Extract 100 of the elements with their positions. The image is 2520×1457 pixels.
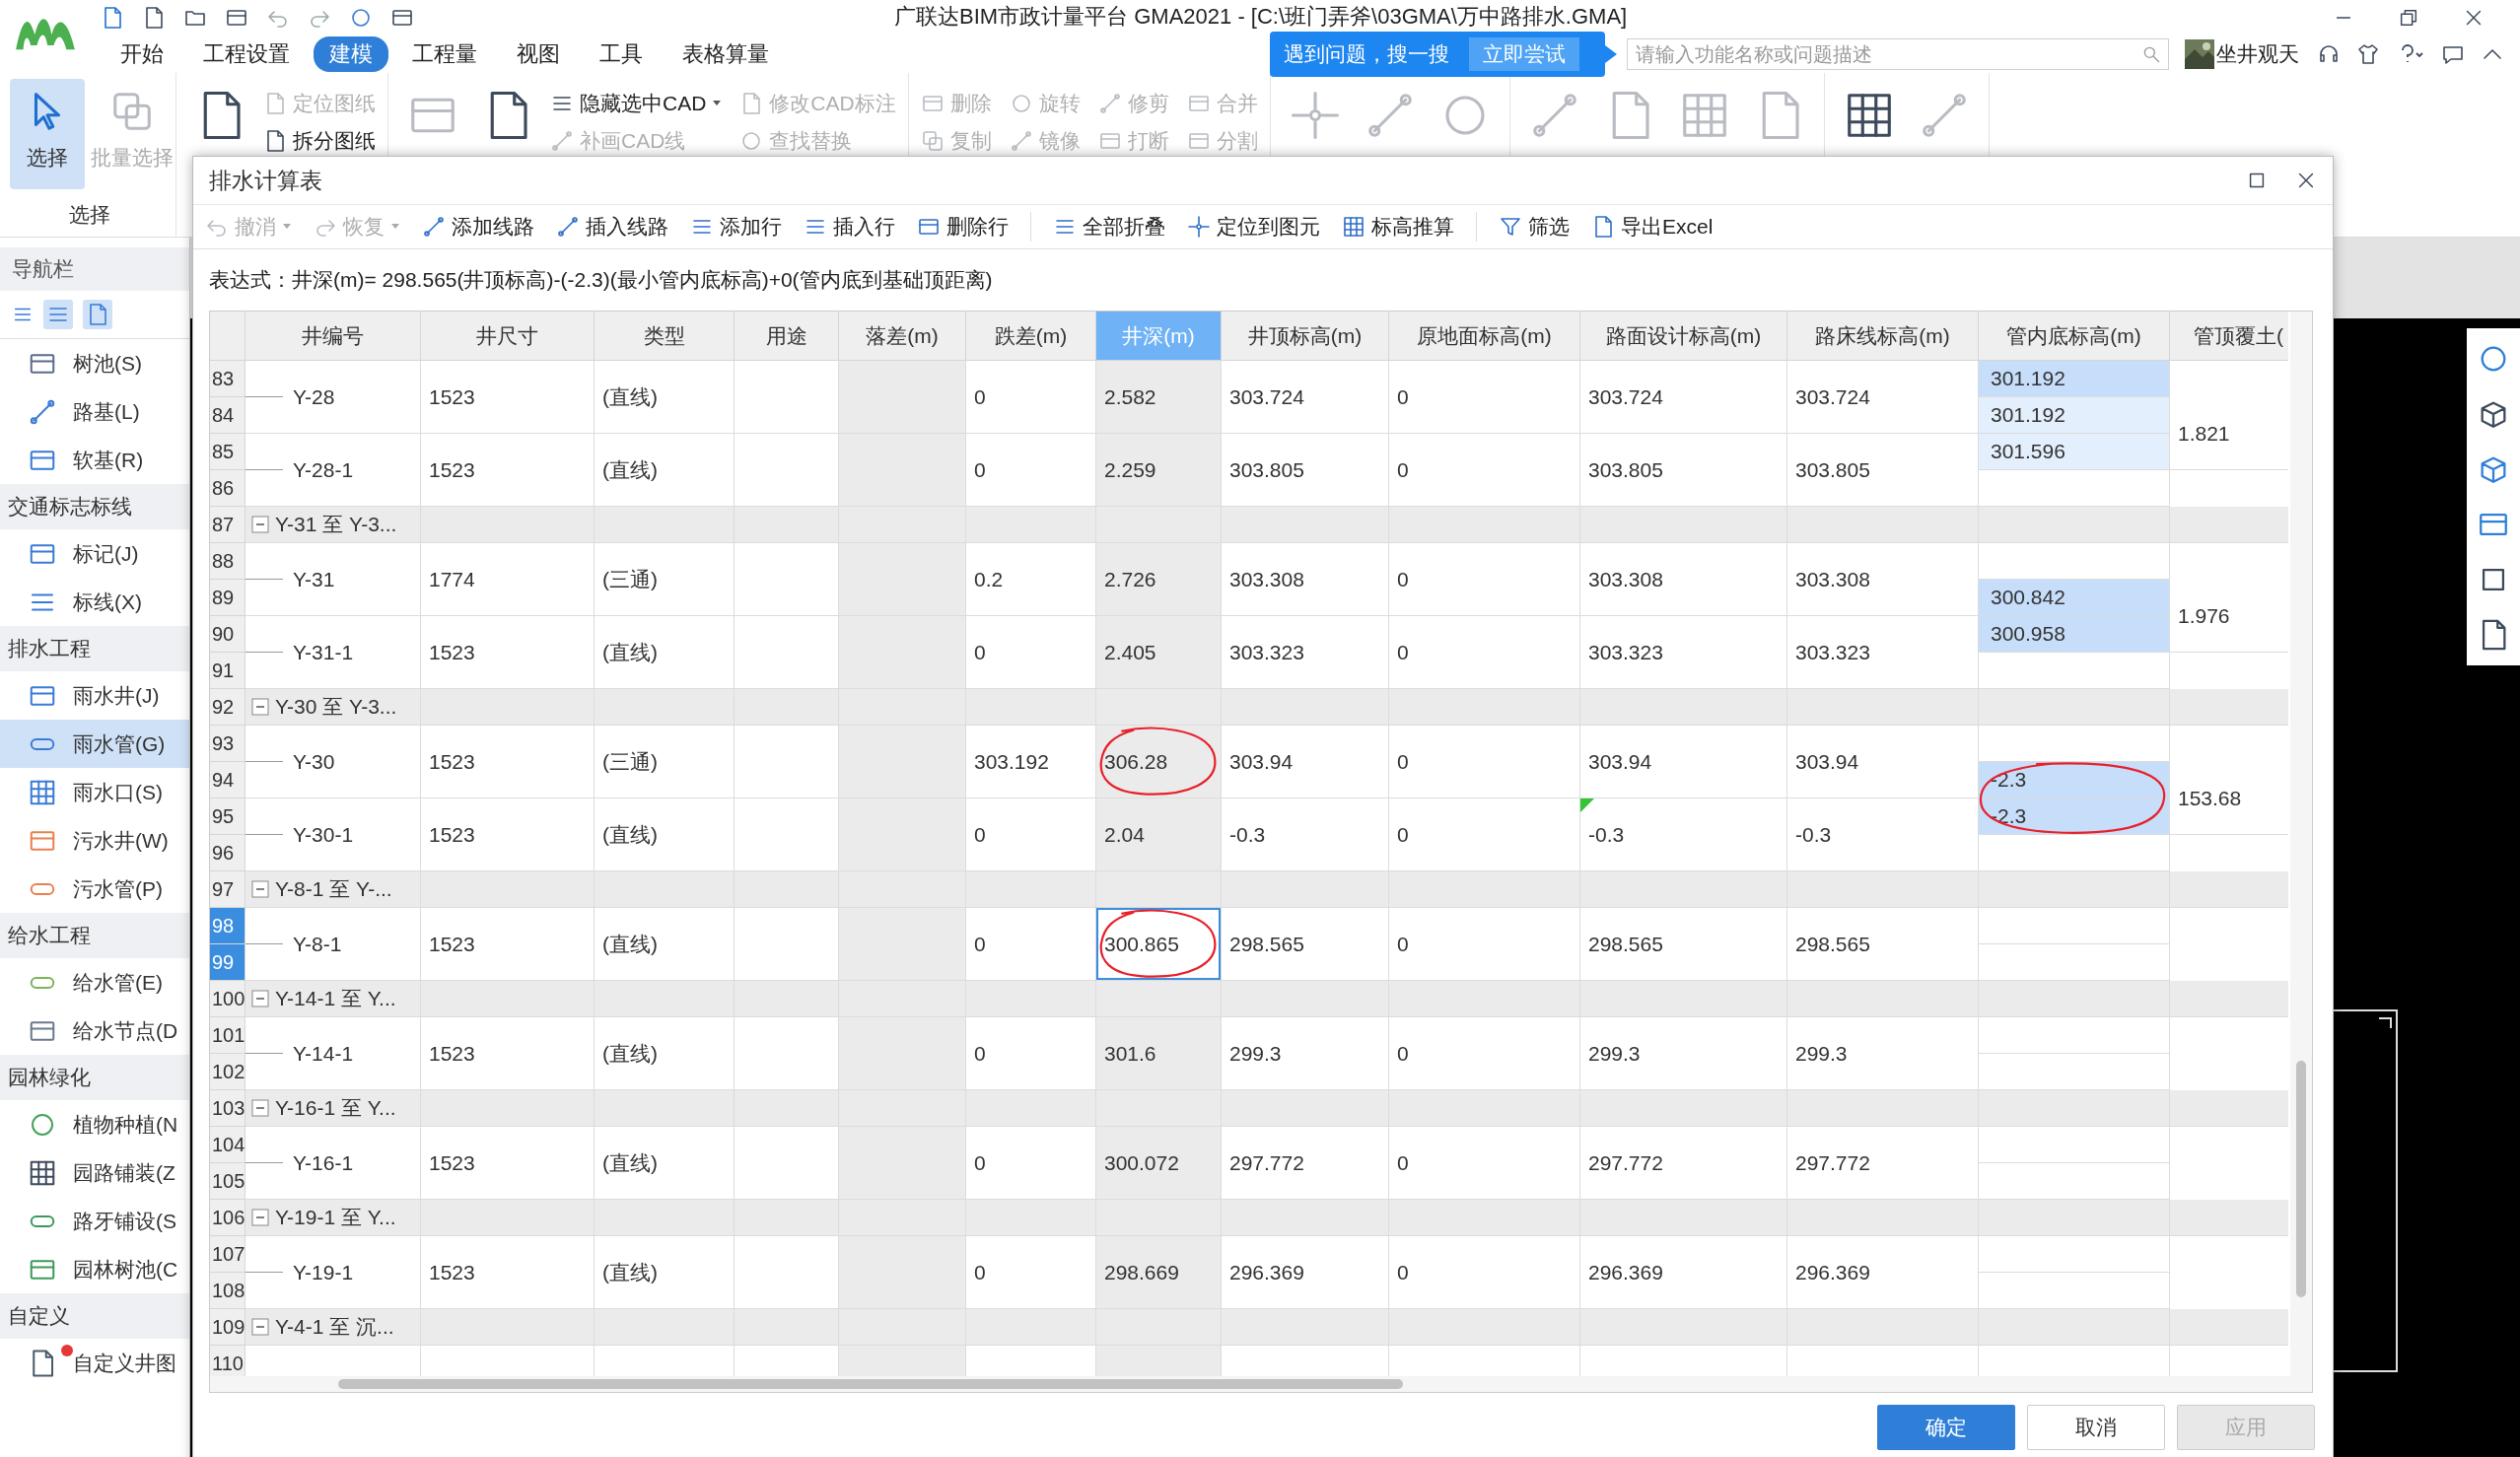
toolbar-button[interactable]: 插入行: [804, 213, 895, 241]
collapse-toggle[interactable]: [251, 698, 269, 716]
menu-tab[interactable]: 工具: [584, 36, 659, 72]
window-title: 广联达BIM市政计量平台 GMA2021 - [C:\班门弄斧\03GMA\万中路排水.GMA]: [894, 3, 1628, 31]
shirt-icon[interactable]: [2356, 42, 2380, 66]
table-cell: 303.308: [1222, 543, 1389, 616]
row-number: 97: [210, 871, 245, 908]
sidebar-item[interactable]: 标记(J): [0, 529, 189, 578]
sidebar-item[interactable]: 给水管(E): [0, 958, 189, 1006]
sidebar-item[interactable]: 树池(S): [0, 339, 189, 387]
toolbar-button[interactable]: 全部折叠: [1053, 213, 1165, 241]
table-cell: 303.323: [1222, 616, 1389, 689]
sidebar-item[interactable]: 园路铺装(Z: [0, 1148, 189, 1197]
toolbar-button[interactable]: 定位到图元: [1187, 213, 1320, 241]
search-field[interactable]: 请输入功能名称或问题描述: [1627, 38, 2169, 70]
column-header[interactable]: 路面设计标高(m): [1580, 312, 1787, 361]
sidebar-item[interactable]: 植物种植(N: [0, 1100, 189, 1148]
menu-tab[interactable]: 工程设置: [187, 36, 306, 72]
dialog-button[interactable]: 确定: [1877, 1405, 2015, 1450]
column-header[interactable]: 管顶覆土(: [2170, 312, 2288, 361]
line-icon: [1097, 92, 1122, 115]
restore-icon[interactable]: [2398, 7, 2419, 29]
collapse-toggle[interactable]: [251, 1099, 269, 1117]
column-header[interactable]: 井编号: [245, 312, 421, 361]
toolbar-button[interactable]: 标高推算: [1342, 213, 1454, 241]
column-header[interactable]: 原地面标高(m): [1389, 312, 1580, 361]
ribbon-button[interactable]: 选择: [10, 79, 85, 189]
row-number: 100: [210, 981, 245, 1017]
group-label: Y-14-1 至 Y...: [275, 986, 396, 1011]
sidebar-item[interactable]: 软基(R): [0, 436, 189, 484]
table-cell: 0: [1389, 908, 1580, 981]
column-header[interactable]: 路床线标高(m): [1787, 312, 1979, 361]
toolbar-button[interactable]: 添加线路: [422, 213, 534, 241]
column-header[interactable]: 井顶标高(m): [1222, 312, 1389, 361]
toolbar-button[interactable]: 导出Excel: [1591, 213, 1714, 241]
menu-tab[interactable]: 开始: [105, 36, 179, 72]
collapse-toggle[interactable]: [251, 516, 269, 533]
sidebar-item[interactable]: 给水节点(D: [0, 1006, 189, 1055]
vertical-scrollbar[interactable]: [2290, 312, 2312, 1376]
table-cell: 0: [1389, 434, 1580, 507]
menu-tab[interactable]: 建模: [314, 36, 388, 72]
ribbon-button[interactable]: 隐藏选中CAD: [550, 85, 723, 122]
collapse-toggle[interactable]: [251, 1209, 269, 1226]
sidebar-item[interactable]: 雨水口(S): [0, 768, 189, 816]
sidebar-item[interactable]: 标线(X): [0, 578, 189, 626]
sidebar-item[interactable]: 路牙铺设(S: [0, 1197, 189, 1245]
sidebar-item[interactable]: 雨水管(G): [0, 720, 189, 768]
table-cell: 0: [966, 1127, 1096, 1200]
line-icon: [550, 129, 574, 153]
list-view-button[interactable]: [43, 300, 73, 329]
table-cell: 300.958: [1979, 616, 2170, 653]
table-cell: 1523: [421, 798, 595, 871]
table-cell: 0: [966, 434, 1096, 507]
sidebar-item[interactable]: 污水管(P): [0, 865, 189, 913]
collapse-toggle[interactable]: [251, 1318, 269, 1336]
column-header[interactable]: 用途: [735, 312, 839, 361]
toolbar-button[interactable]: 添加行: [690, 213, 782, 241]
tree-line: [245, 469, 283, 470]
menu-tab[interactable]: 工程量: [396, 36, 493, 72]
crosshair-icon: [1187, 215, 1211, 239]
table-cell: 1523: [421, 1127, 595, 1200]
table-cell: 298.669: [1096, 1236, 1222, 1309]
column-header[interactable]: 类型: [595, 312, 735, 361]
sidebar-item[interactable]: 园林树池(C: [0, 1245, 189, 1293]
table-cell: 303.308: [1787, 543, 1979, 616]
tree-line: [245, 761, 283, 762]
group-label: Y-8-1 至 Y-...: [275, 876, 392, 902]
well-id: Y-14-1: [293, 1041, 354, 1066]
circle-icon[interactable]: [349, 6, 373, 30]
table-cell: 0: [1389, 798, 1580, 871]
collapse-toggle[interactable]: [251, 880, 269, 898]
section-header[interactable]: 自定义: [0, 1293, 189, 1339]
toolbar-button[interactable]: 筛选: [1499, 213, 1570, 241]
section-header[interactable]: 排水工程: [0, 626, 189, 671]
table-cell: 303.805: [1222, 434, 1389, 507]
column-header[interactable]: 井尺寸: [421, 312, 595, 361]
dialog-button[interactable]: 取消: [2027, 1405, 2165, 1450]
column-header[interactable]: 管内底标高(m): [1979, 312, 2170, 361]
sidebar-item[interactable]: 自定义井图: [0, 1339, 189, 1387]
section-header[interactable]: 交通标志标线: [0, 484, 189, 529]
column-header[interactable]: 跌差(m): [966, 312, 1096, 361]
user-name[interactable]: 坐井观天: [2216, 40, 2299, 68]
table-cell: 0: [1389, 726, 1580, 798]
sidebar-item[interactable]: 路基(L): [0, 387, 189, 436]
section-header[interactable]: 园林绿化: [0, 1055, 189, 1100]
table-cell: 0: [1389, 1017, 1580, 1090]
collapse-toggle[interactable]: [251, 990, 269, 1007]
section-header[interactable]: 给水工程: [0, 913, 189, 958]
menu-tab[interactable]: 视图: [501, 36, 576, 72]
well-id: Y-16-1: [293, 1150, 354, 1175]
horizontal-scrollbar[interactable]: [210, 1376, 2312, 1392]
sidebar-item[interactable]: 污水井(W): [0, 816, 189, 865]
menu-tab[interactable]: 表格算量: [666, 36, 785, 72]
ribbon-button[interactable]: 拆分图纸: [263, 122, 376, 160]
detail-view-button[interactable]: [83, 300, 112, 329]
toolbar-button[interactable]: 删除行: [917, 213, 1009, 241]
row-number: 102: [210, 1054, 245, 1090]
sidebar-item[interactable]: 雨水井(J): [0, 671, 189, 720]
column-header[interactable]: 落差(m): [839, 312, 966, 361]
toolbar-button[interactable]: 插入线路: [556, 213, 668, 241]
